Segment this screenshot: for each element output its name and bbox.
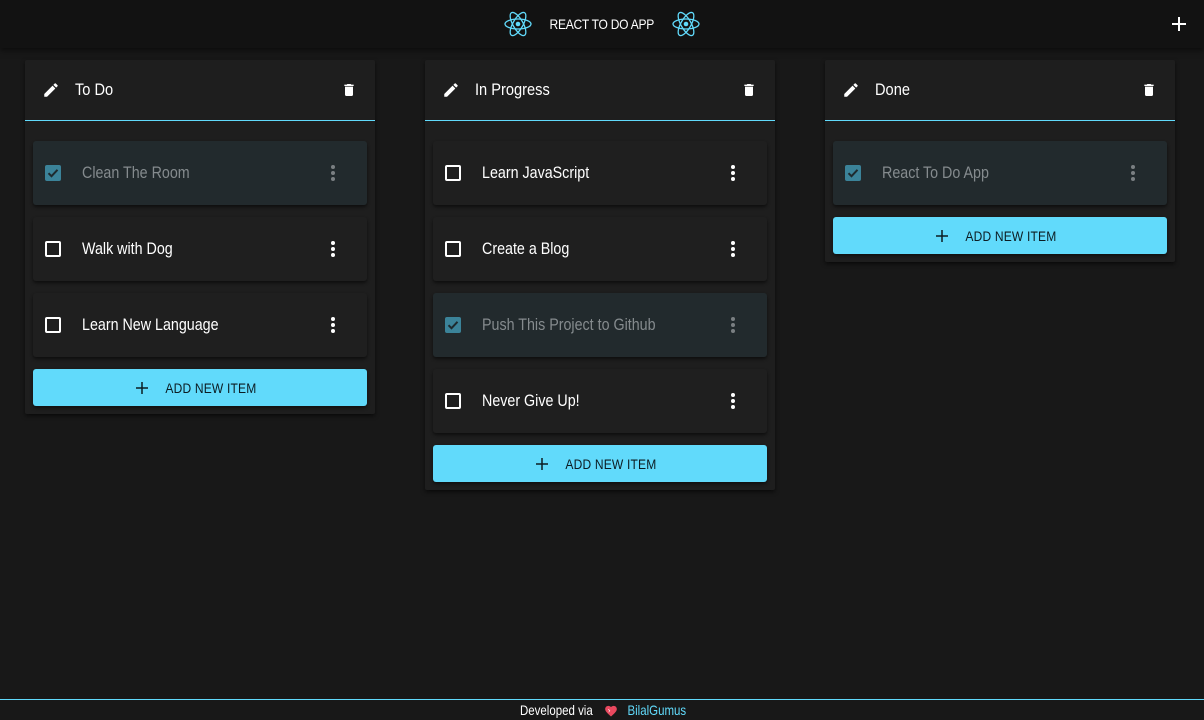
more-vertical-icon — [331, 241, 335, 257]
item-menu-button[interactable] — [723, 163, 743, 183]
column-title: In Progress — [475, 80, 550, 99]
trash-icon — [744, 84, 754, 96]
more-vertical-icon — [731, 393, 735, 409]
add-list-button[interactable] — [1168, 13, 1190, 35]
author-link[interactable]: BilalGumus — [627, 702, 686, 718]
item-checkbox[interactable] — [445, 241, 461, 257]
app-title: REACT TO DO APP — [549, 16, 655, 32]
item-checkbox[interactable] — [45, 317, 61, 333]
plus-icon — [136, 381, 149, 394]
item-text: Learn JavaScript — [482, 163, 590, 182]
item-text: Create a Blog — [482, 239, 570, 258]
footer-text: Developed via — [519, 702, 593, 718]
delete-column-button[interactable] — [1139, 80, 1159, 100]
check-icon — [47, 169, 59, 178]
footer: Developed via BilalGumus — [0, 699, 1204, 720]
item-menu-button[interactable] — [723, 239, 743, 259]
item-text: Never Give Up! — [482, 391, 580, 410]
item-checkbox[interactable] — [445, 317, 461, 333]
list-item[interactable]: Push This Project to Github — [433, 293, 767, 357]
list-item[interactable]: Never Give Up! — [433, 369, 767, 433]
check-icon — [847, 169, 859, 178]
more-vertical-icon — [331, 165, 335, 181]
item-text: Learn New Language — [82, 315, 219, 334]
check-icon — [447, 321, 459, 330]
list-item[interactable]: Create a Blog — [433, 217, 767, 281]
item-checkbox[interactable] — [445, 165, 461, 181]
list-item[interactable]: Walk with Dog — [33, 217, 367, 281]
more-vertical-icon — [1131, 165, 1135, 181]
column-header: In Progress — [425, 60, 775, 121]
heart-icon — [604, 705, 617, 717]
column-to-do: To Do Clean The Room Walk with Dog Learn… — [25, 60, 375, 414]
item-menu-button[interactable] — [323, 163, 343, 183]
delete-column-button[interactable] — [739, 80, 759, 100]
app-bar: REACT TO DO APP — [0, 0, 1204, 48]
item-list: Learn JavaScript Create a Blog Push This… — [425, 121, 775, 433]
pencil-icon — [44, 83, 58, 97]
column-in-progress: In Progress Learn JavaScript Create a Bl… — [425, 60, 775, 490]
react-logo-icon — [504, 11, 532, 37]
list-item[interactable]: Clean The Room — [33, 141, 367, 205]
add-new-item-button[interactable]: ADD NEW ITEM — [33, 369, 367, 406]
trash-icon — [344, 84, 354, 96]
list-item[interactable]: Learn New Language — [33, 293, 367, 357]
edit-column-button[interactable] — [841, 80, 861, 100]
more-vertical-icon — [331, 317, 335, 333]
delete-column-button[interactable] — [339, 80, 359, 100]
edit-column-button[interactable] — [41, 80, 61, 100]
add-new-item-label: ADD NEW ITEM — [165, 379, 257, 396]
trash-icon — [1144, 84, 1154, 96]
column-header: Done — [825, 60, 1175, 121]
add-new-item-button[interactable]: ADD NEW ITEM — [833, 217, 1167, 254]
plus-icon — [936, 229, 949, 242]
add-new-item-button[interactable]: ADD NEW ITEM — [433, 445, 767, 482]
column-title: Done — [875, 80, 910, 99]
more-vertical-icon — [731, 241, 735, 257]
item-text: Walk with Dog — [82, 239, 173, 258]
list-item[interactable]: React To Do App — [833, 141, 1167, 205]
column-title: To Do — [75, 80, 114, 99]
item-menu-button[interactable] — [1123, 163, 1143, 183]
column-done: Done React To Do App ADD NEW ITEM — [825, 60, 1175, 262]
add-new-item-label: ADD NEW ITEM — [565, 455, 657, 472]
react-logo-icon — [672, 11, 700, 37]
add-new-item-label: ADD NEW ITEM — [965, 227, 1057, 244]
pencil-icon — [844, 83, 858, 97]
edit-column-button[interactable] — [441, 80, 461, 100]
more-vertical-icon — [731, 317, 735, 333]
item-text: React To Do App — [882, 163, 989, 182]
list-item[interactable]: Learn JavaScript — [433, 141, 767, 205]
item-text: Clean The Room — [82, 163, 190, 182]
brand: REACT TO DO APP — [503, 11, 701, 37]
item-checkbox[interactable] — [845, 165, 861, 181]
item-checkbox[interactable] — [445, 393, 461, 409]
item-menu-button[interactable] — [323, 239, 343, 259]
item-list: Clean The Room Walk with Dog Learn New L… — [25, 121, 375, 357]
item-menu-button[interactable] — [723, 315, 743, 335]
item-checkbox[interactable] — [45, 241, 61, 257]
plus-icon — [536, 457, 549, 470]
column-header: To Do — [25, 60, 375, 121]
item-menu-button[interactable] — [323, 315, 343, 335]
item-list: React To Do App — [825, 121, 1175, 205]
item-text: Push This Project to Github — [482, 315, 656, 334]
pencil-icon — [444, 83, 458, 97]
plus-icon — [1172, 17, 1186, 31]
more-vertical-icon — [731, 165, 735, 181]
item-checkbox[interactable] — [45, 165, 61, 181]
item-menu-button[interactable] — [723, 391, 743, 411]
